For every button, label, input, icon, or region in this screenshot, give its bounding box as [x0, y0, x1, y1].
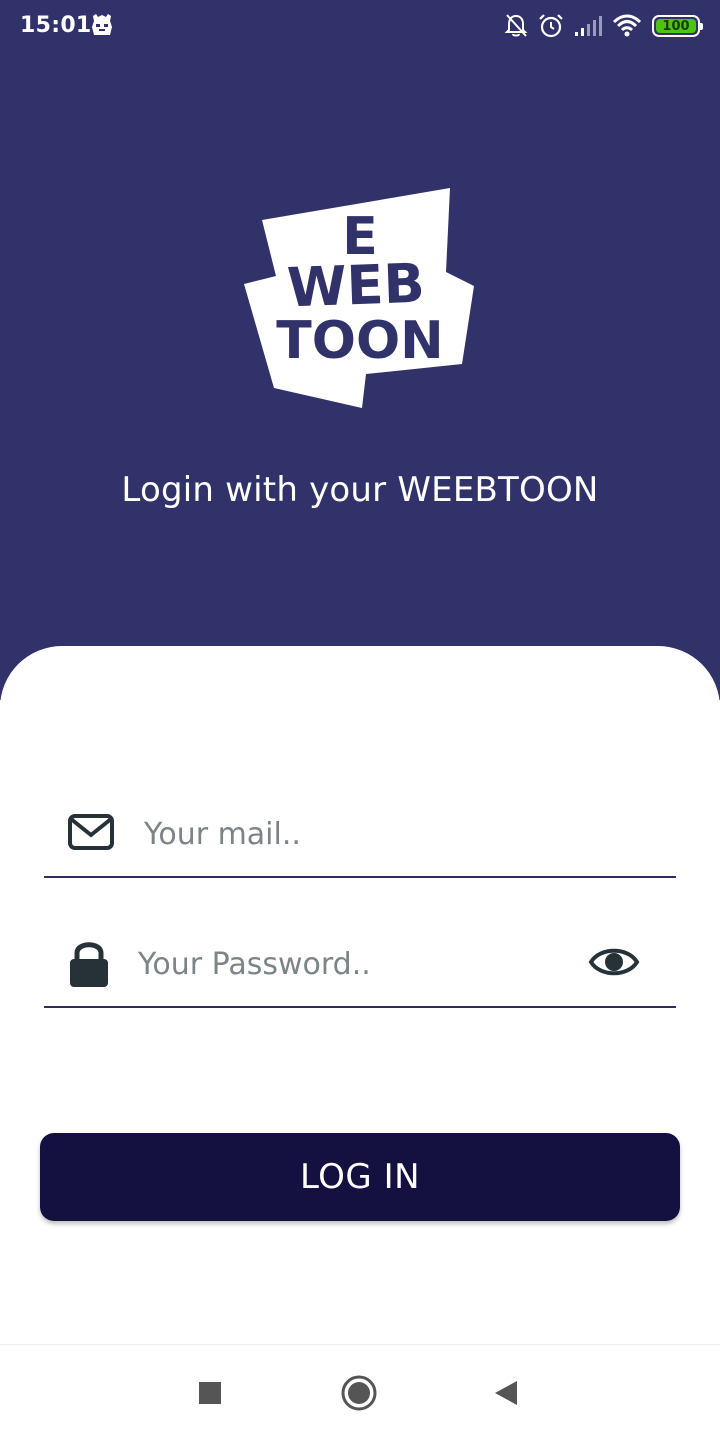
password-field: [44, 908, 676, 1008]
svg-text:TOON: TOON: [276, 311, 443, 371]
mail-icon: [68, 814, 114, 850]
alarm-icon: [539, 14, 563, 38]
status-time: 15:01: [20, 13, 92, 38]
status-bar: 15:01 100: [0, 0, 720, 52]
svg-text:WEB: WEB: [286, 252, 426, 320]
signal-icon: [575, 16, 602, 36]
eye-icon[interactable]: [588, 944, 640, 980]
email-field: [44, 778, 676, 878]
navigation-bar: [0, 1344, 720, 1440]
wifi-icon: [612, 14, 642, 37]
home-icon[interactable]: [341, 1375, 377, 1411]
battery-icon: 100: [652, 15, 703, 37]
bell-off-icon: [504, 14, 528, 37]
back-icon[interactable]: [494, 1380, 518, 1406]
recent-apps-icon[interactable]: [198, 1381, 222, 1405]
login-subtitle: Login with your WEEBTOON: [121, 470, 599, 510]
password-input[interactable]: [138, 942, 578, 986]
status-icons: 100: [504, 12, 703, 40]
lock-icon: [70, 942, 108, 987]
login-button[interactable]: LOG IN: [40, 1133, 680, 1221]
battery-level: 100: [656, 19, 696, 34]
email-input[interactable]: [144, 812, 644, 856]
game-controller-icon: [92, 14, 112, 35]
webtoon-logo: E WEB TOON: [244, 188, 474, 408]
